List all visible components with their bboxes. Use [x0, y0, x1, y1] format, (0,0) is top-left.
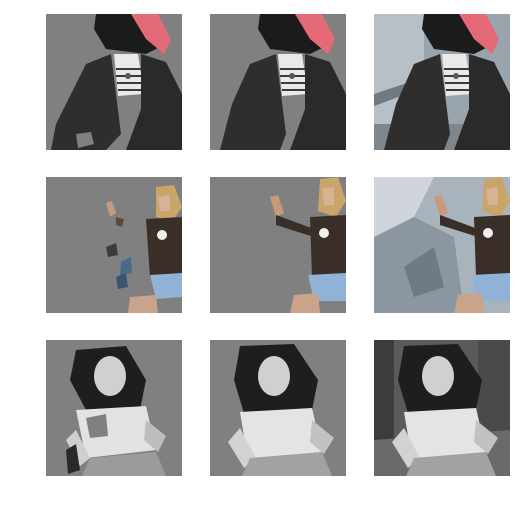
portrait-pinkhair-masked-partial	[46, 14, 182, 150]
panel-r2c2	[210, 177, 346, 313]
selfie-woman-masked-clean	[210, 177, 346, 313]
panel-r3c2	[210, 340, 346, 476]
selfie-woman-composited	[374, 177, 510, 313]
grayscale-woman-masked-clean	[210, 340, 346, 476]
panel-r2c3	[374, 177, 510, 313]
portrait-pinkhair-masked-clean	[210, 14, 346, 150]
panel-r3c3	[374, 340, 510, 476]
panel-r3c1	[46, 340, 182, 476]
image-grid	[0, 0, 520, 510]
portrait-pinkhair-composited	[374, 14, 510, 150]
panel-r1c1	[46, 14, 182, 150]
panel-r1c3	[374, 14, 510, 150]
grayscale-woman-composited	[374, 340, 510, 476]
panel-r1c2	[210, 14, 346, 150]
panel-r2c1	[46, 177, 182, 313]
grayscale-woman-masked-partial	[46, 340, 182, 476]
selfie-woman-masked-partial	[46, 177, 182, 313]
